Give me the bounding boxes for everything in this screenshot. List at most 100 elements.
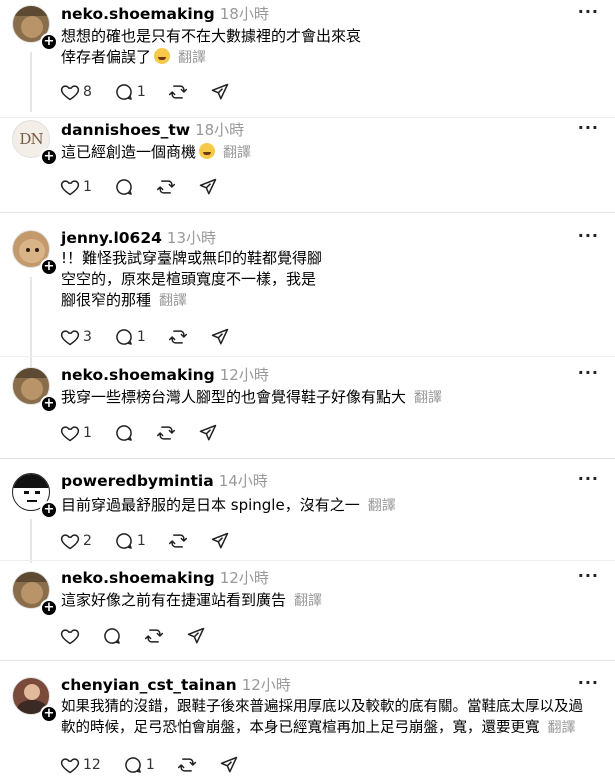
timestamp: 13小時 xyxy=(166,229,217,247)
repost-icon xyxy=(156,426,176,440)
share-icon xyxy=(199,178,217,195)
share-button[interactable] xyxy=(198,423,218,443)
follow-plus-icon[interactable]: + xyxy=(40,501,58,519)
comment-button[interactable] xyxy=(102,626,122,646)
translate-link[interactable]: 翻譯 xyxy=(294,593,322,609)
comment-button[interactable] xyxy=(114,177,134,197)
timestamp: 12小時 xyxy=(241,676,291,694)
avatar[interactable]: + xyxy=(12,473,58,519)
username[interactable]: neko.shoemaking xyxy=(61,5,215,23)
repost-button[interactable] xyxy=(168,327,188,347)
share-button[interactable] xyxy=(219,755,239,775)
avatar[interactable]: + xyxy=(12,5,58,51)
repost-icon xyxy=(144,629,164,643)
like-button[interactable]: 2 xyxy=(60,531,92,551)
follow-plus-icon[interactable]: + xyxy=(40,599,58,617)
repost-button[interactable] xyxy=(156,177,176,197)
dn-logo: DN xyxy=(19,130,43,148)
username[interactable]: neko.shoemaking xyxy=(61,569,215,587)
like-button[interactable]: 3 xyxy=(60,327,92,347)
rofl-emoji-icon xyxy=(154,48,171,64)
comment-button[interactable]: 1 xyxy=(114,531,146,551)
comment-button[interactable] xyxy=(114,423,134,443)
like-count: 12 xyxy=(83,757,101,773)
repost-icon xyxy=(168,85,187,99)
translate-link[interactable]: 翻譯 xyxy=(159,293,187,309)
translate-link[interactable]: 翻譯 xyxy=(414,390,442,406)
more-icon[interactable]: ··· xyxy=(578,2,599,21)
comment-icon xyxy=(116,533,132,549)
like-count: 2 xyxy=(83,533,92,549)
translate-link[interactable]: 翻譯 xyxy=(548,720,576,736)
heart-icon xyxy=(60,426,80,442)
avatar[interactable]: + xyxy=(12,367,58,413)
repost-icon xyxy=(156,180,176,194)
follow-plus-icon[interactable]: + xyxy=(40,148,58,166)
timestamp: 12小時 xyxy=(219,569,269,587)
comment-icon xyxy=(116,84,132,100)
avatar[interactable]: + xyxy=(12,677,58,723)
avatar[interactable]: + xyxy=(12,230,58,276)
heart-icon xyxy=(60,629,80,645)
like-button[interactable]: 12 xyxy=(60,755,101,775)
username[interactable]: dannishoes_tw xyxy=(61,121,190,139)
post-text: 目前穿過最舒服的是日本 spingle，沒有之一 翻譯 xyxy=(61,496,396,514)
follow-plus-icon[interactable]: + xyxy=(40,395,58,413)
post-text: 想想的確也是只有不在大數據裡的才會出來哀 倖存者偏誤了 翻譯 xyxy=(61,27,362,66)
comment-count: 1 xyxy=(136,533,146,549)
follow-plus-icon[interactable]: + xyxy=(40,258,58,276)
repost-button[interactable] xyxy=(168,82,188,102)
more-icon[interactable]: ··· xyxy=(578,673,599,692)
share-icon xyxy=(211,532,229,549)
repost-button[interactable] xyxy=(156,423,176,443)
like-button[interactable]: 1 xyxy=(60,177,92,197)
repost-button[interactable] xyxy=(144,626,164,646)
like-count: 3 xyxy=(83,329,92,345)
repost-icon xyxy=(168,534,187,548)
translate-link[interactable]: 翻譯 xyxy=(223,145,251,161)
username[interactable]: poweredbymintia xyxy=(61,472,214,490)
post-text: !！難怪我試穿臺牌或無印的鞋都覺得腳 空空的，原來是楦頭寬度不一樣，我是 腳很窄… xyxy=(61,249,323,309)
share-icon xyxy=(220,756,237,773)
share-button[interactable] xyxy=(210,327,230,347)
like-button[interactable] xyxy=(60,626,80,646)
comment-button[interactable]: 1 xyxy=(114,82,146,102)
share-button[interactable] xyxy=(210,82,230,102)
share-button[interactable] xyxy=(210,531,230,551)
more-icon[interactable]: ··· xyxy=(578,118,599,137)
divider xyxy=(0,458,615,459)
divider xyxy=(0,660,615,661)
timestamp: 12小時 xyxy=(219,366,269,384)
share-icon xyxy=(187,627,205,644)
username[interactable]: chenyian_cst_tainan xyxy=(61,676,237,694)
repost-button[interactable] xyxy=(177,755,197,775)
heart-icon xyxy=(60,330,80,346)
like-button[interactable]: 8 xyxy=(60,82,92,102)
like-button[interactable]: 1 xyxy=(60,423,92,443)
like-count: 1 xyxy=(83,179,92,195)
more-icon[interactable]: ··· xyxy=(578,469,599,488)
avatar[interactable]: DN + xyxy=(12,120,58,166)
username[interactable]: jenny.l0624 xyxy=(61,229,162,247)
translate-link[interactable]: 翻譯 xyxy=(178,50,206,66)
share-button[interactable] xyxy=(198,177,218,197)
share-button[interactable] xyxy=(186,626,206,646)
comment-icon xyxy=(104,628,120,644)
username[interactable]: neko.shoemaking xyxy=(61,366,215,384)
more-icon[interactable]: ··· xyxy=(578,226,599,245)
repost-button[interactable] xyxy=(168,531,188,551)
comment-icon xyxy=(116,329,132,345)
more-icon[interactable]: ··· xyxy=(578,566,599,585)
timestamp: 18小時 xyxy=(195,121,245,139)
translate-link[interactable]: 翻譯 xyxy=(368,498,396,514)
comment-count: 1 xyxy=(145,757,155,773)
more-icon[interactable]: ··· xyxy=(578,363,599,382)
comment-button[interactable]: 1 xyxy=(123,755,155,775)
comment-count: 1 xyxy=(136,329,146,345)
follow-plus-icon[interactable]: + xyxy=(40,33,58,51)
like-count: 1 xyxy=(83,425,92,441)
comment-button[interactable]: 1 xyxy=(114,327,146,347)
follow-plus-icon[interactable]: + xyxy=(40,705,58,723)
repost-icon xyxy=(168,330,187,344)
avatar[interactable]: + xyxy=(12,571,58,617)
